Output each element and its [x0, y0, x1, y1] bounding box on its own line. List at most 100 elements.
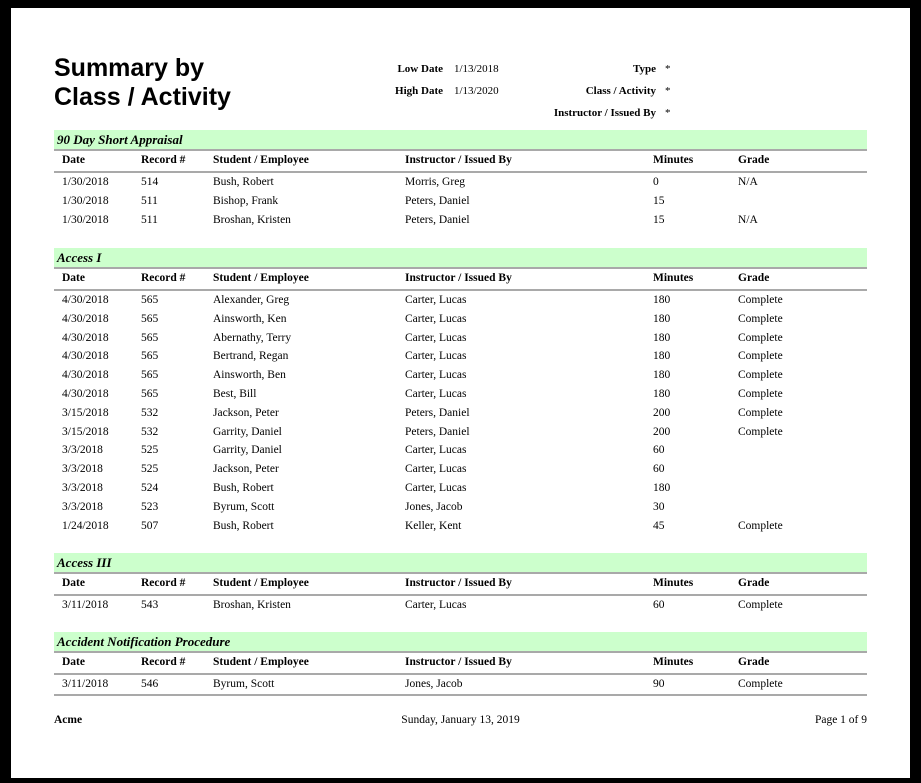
parameter-value: 1/13/2018: [454, 63, 499, 75]
group-header-band: 90 Day Short Appraisal: [54, 130, 867, 151]
table-cell-student: Bush, Robert: [213, 481, 274, 494]
table-cell-student: Byrum, Scott: [213, 500, 275, 513]
table-row: 3/15/2018 532 Garrity, Daniel Peters, Danie…: [54, 423, 867, 442]
report-header: Summary by Class / Activity Low Date 1/13…: [11, 8, 910, 128]
table-cell-record: 565: [141, 294, 159, 306]
table-cell-instructor: Carter, Lucas: [405, 444, 467, 457]
table-row: 1/30/2018 511 Broshan, Kristen Peters, Dani…: [54, 211, 867, 230]
table-cell-date: 1/24/2018: [62, 519, 109, 532]
column-header: Minutes: [653, 656, 694, 668]
table-cell-record: 511: [141, 194, 158, 207]
table-cell-instructor: Peters, Daniel: [405, 425, 470, 438]
parameter-value: *: [665, 107, 671, 119]
parameter-row: Type *: [501, 58, 681, 80]
table-row: 1/30/2018 514 Bush, Robert Morris, Greg 0 N/A: [54, 173, 867, 192]
table-cell-minutes: 45: [653, 519, 665, 532]
table-cell-minutes: 200: [653, 406, 671, 419]
table-cell-date: 4/30/2018: [62, 312, 109, 325]
parameter-label: Instructor / Issued By: [553, 107, 656, 119]
group-header-band: Access III: [54, 553, 867, 574]
column-header: Grade: [738, 656, 770, 668]
table-cell-date: 3/3/2018: [62, 444, 103, 457]
table-cell-minutes: 180: [653, 294, 671, 306]
table-cell-date: 1/30/2018: [62, 213, 109, 226]
table-cell-date: 3/11/2018: [62, 678, 109, 690]
table-cell-record: 565: [141, 369, 159, 382]
table-body: 3/11/2018 543 Broshan, Kristen Carter, Luca…: [54, 596, 867, 615]
column-header: Date: [62, 272, 85, 284]
table-body: 4/30/2018 565 Alexander, Greg Carter, Lucas…: [54, 291, 867, 535]
table-cell-instructor: Carter, Lucas: [405, 481, 467, 494]
table-cell-student: Ainsworth, Ben: [213, 369, 286, 382]
column-header: Student / Employee: [213, 154, 309, 166]
table-header-row: Date Record # Student / Employee Instructor…: [54, 269, 867, 291]
table-cell-grade: Complete: [738, 406, 783, 419]
table-cell-record: 532: [141, 406, 159, 419]
table-cell-student: Alexander, Greg: [213, 294, 290, 306]
table-row: 3/3/2018 525 Jackson, Peter Carter, Lucas 60: [54, 460, 867, 479]
table-cell-instructor: Peters, Daniel: [405, 213, 470, 226]
table-cell-instructor: Carter, Lucas: [405, 369, 467, 382]
table-row: 1/30/2018 511 Bishop, Frank Peters, Daniel 1…: [54, 192, 867, 211]
column-header: Student / Employee: [213, 272, 309, 284]
column-header: Minutes: [653, 272, 694, 284]
table-cell-date: 4/30/2018: [62, 350, 109, 363]
table-row: 4/30/2018 565 Bertrand, Regan Carter, Lucas…: [54, 347, 867, 366]
column-header: Student / Employee: [213, 656, 309, 668]
table-cell-instructor: Carter, Lucas: [405, 599, 467, 611]
table-cell-minutes: 180: [653, 350, 671, 363]
table-cell-minutes: 0: [653, 176, 659, 188]
table-cell-record: 507: [141, 519, 159, 532]
column-header: Grade: [738, 154, 770, 166]
column-header: Instructor / Issued By: [405, 656, 512, 668]
column-header: Student / Employee: [213, 577, 309, 589]
table-cell-minutes: 200: [653, 425, 671, 438]
table-row: 3/15/2018 532 Jackson, Peter Peters, Daniel…: [54, 404, 867, 423]
table-cell-record: 543: [141, 599, 159, 611]
table-cell-minutes: 60: [653, 463, 665, 476]
page-title-line1: Summary by: [54, 54, 205, 82]
table-cell-minutes: 60: [653, 599, 665, 611]
table-row: 3/3/2018 523 Byrum, Scott Jones, Jacob 30: [54, 498, 867, 517]
table-body: 1/30/2018 514 Bush, Robert Morris, Greg 0 N/A…: [54, 173, 867, 229]
page-title: Summary by Class / Activity: [54, 54, 384, 112]
table-cell-minutes: 180: [653, 387, 671, 400]
column-header: Date: [62, 656, 85, 668]
table-cell-date: 3/3/2018: [62, 500, 103, 513]
table-cell-instructor: Carter, Lucas: [405, 387, 467, 400]
table-cell-minutes: 30: [653, 500, 665, 513]
table-row: 4/30/2018 565 Ainsworth, Ben Carter, Lucas 1…: [54, 366, 867, 385]
group-title: Access III: [57, 555, 112, 570]
table-cell-grade: N/A: [738, 213, 758, 226]
footer-company: Acme: [54, 714, 83, 726]
table-cell-record: 565: [141, 350, 159, 363]
table-cell-minutes: 180: [653, 312, 671, 325]
report-page: Summary by Class / Activity Low Date 1/13…: [11, 8, 910, 778]
parameter-value: *: [665, 63, 671, 75]
table-cell-student: Jackson, Peter: [213, 406, 279, 419]
table-cell-student: Abernathy, Terry: [213, 331, 292, 344]
group-header-band: Access I: [54, 248, 867, 269]
table-cell-instructor: Peters, Daniel: [405, 194, 470, 207]
column-header: Record #: [141, 154, 186, 166]
table-cell-instructor: Carter, Lucas: [405, 463, 467, 476]
table-cell-student: Best, Bill: [213, 387, 257, 400]
table-cell-instructor: Jones, Jacob: [405, 500, 463, 513]
table-cell-student: Broshan, Kristen: [213, 213, 291, 226]
parameter-value: 1/13/2020: [454, 85, 499, 97]
column-header: Minutes: [653, 577, 694, 589]
report-group: Accident Notification Procedure Date Recor…: [54, 632, 867, 696]
table-row: 4/30/2018 565 Best, Bill Carter, Lucas 180 Co…: [54, 385, 867, 404]
table-cell-date: 1/30/2018: [62, 176, 109, 188]
table-cell-minutes: 90: [653, 678, 665, 690]
column-header: Instructor / Issued By: [405, 272, 512, 284]
column-header: Minutes: [653, 154, 694, 166]
footer-page-number: Page 1 of 9: [814, 714, 867, 726]
column-header: Record #: [141, 272, 186, 284]
table-header-row: Date Record # Student / Employee Instructor…: [54, 574, 867, 596]
table-cell-record: 511: [141, 213, 158, 226]
table-cell-grade: Complete: [738, 425, 783, 438]
table-cell-student: Garrity, Daniel: [213, 444, 282, 457]
report-group: 90 Day Short Appraisal Date Record # Studen…: [54, 130, 867, 229]
table-cell-student: Garrity, Daniel: [213, 425, 282, 438]
